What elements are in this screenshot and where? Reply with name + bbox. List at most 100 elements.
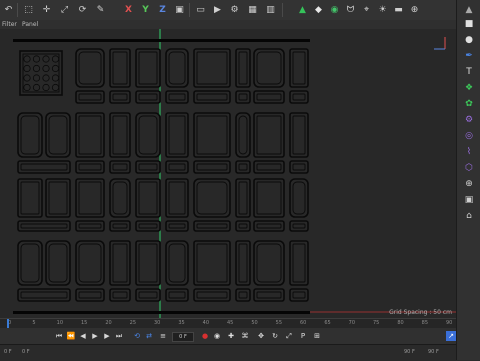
door-panel-inner (238, 51, 248, 85)
film-icon[interactable]: ▦ (246, 3, 259, 16)
layout-icon[interactable]: ▥ (264, 3, 277, 16)
max-frame-label[interactable]: 90 F (428, 349, 439, 355)
floor-icon[interactable]: ▬ (392, 3, 405, 16)
timeline-tick-label: 70 (348, 320, 356, 326)
door-rail (235, 220, 251, 232)
toolbar-divider (17, 3, 18, 17)
min-frame-label[interactable]: 0 F (4, 349, 12, 355)
move-icon[interactable]: ✛ (40, 3, 53, 16)
hair-icon[interactable]: ᗢ (344, 3, 357, 16)
axis-z-button[interactable]: Z (156, 3, 169, 16)
spline-icon[interactable]: ⌇ (462, 146, 476, 158)
fps-icon[interactable]: ≡ (158, 331, 168, 341)
door-panel (253, 112, 285, 158)
door-rail-inner (238, 163, 248, 171)
viewport-canvas[interactable] (0, 29, 456, 318)
door-panel (135, 48, 161, 88)
select-icon[interactable]: ⬚ (22, 3, 35, 16)
cube-icon[interactable]: ◆ (312, 3, 325, 16)
end-frame-label[interactable]: 90 F (404, 349, 415, 355)
menu-panel[interactable]: Panel (22, 20, 38, 29)
render-settings-icon[interactable]: ⚙ (228, 3, 241, 16)
door-rail (193, 220, 231, 232)
door-panel-inner (168, 115, 186, 155)
door-panel-inner (256, 243, 282, 283)
timeline-tick-label: 65 (324, 320, 331, 326)
scale-icon[interactable]: ⤢ (58, 3, 71, 16)
next-frame-icon[interactable]: ▶ (102, 331, 112, 341)
loop-icon[interactable]: ⟲ (132, 331, 142, 341)
door-panel (193, 178, 231, 218)
rotate-icon[interactable]: ⟳ (76, 3, 89, 16)
current-frame-field[interactable]: 0 F (172, 332, 194, 342)
door-panel-inner (78, 51, 102, 85)
door-panel-inner (112, 51, 128, 85)
key-selection-icon[interactable]: ✚ (226, 331, 236, 341)
param-key-icon[interactable]: P (298, 331, 308, 341)
undo-icon[interactable]: ↶ (2, 3, 15, 16)
sphere-icon[interactable]: ● (462, 34, 476, 46)
camera-icon[interactable]: ▣ (462, 194, 476, 206)
text-icon[interactable]: T (462, 66, 476, 78)
snap-icon[interactable]: ⊕ (408, 3, 421, 16)
prev-frame-icon[interactable]: ◀ (78, 331, 88, 341)
keyframe-icon[interactable]: ⌘ (240, 331, 250, 341)
timeline-tick-label: 80 (397, 320, 404, 326)
brush-icon[interactable]: ✎ (94, 3, 107, 16)
go-to-start-icon[interactable]: ⏮ (54, 331, 64, 341)
pen-icon[interactable]: ✒ (462, 50, 476, 62)
camera-icon[interactable]: ⌖ (360, 3, 373, 16)
autokey-icon[interactable]: ◉ (212, 331, 222, 341)
door-rail (253, 220, 285, 232)
go-to-end-icon[interactable]: ⏭ (114, 331, 124, 341)
door-rail (17, 160, 71, 174)
cloner-icon[interactable]: ✿ (462, 98, 476, 110)
3d-viewport[interactable]: Grid Spacing : 50 cm (0, 29, 456, 318)
door-rail-inner (238, 291, 248, 299)
effector-icon[interactable]: ⚙ (462, 114, 476, 126)
tag-icon[interactable]: ⬡ (462, 162, 476, 174)
door-rail (235, 160, 251, 174)
ornament-circle (51, 74, 60, 82)
timeline-tick-label: 45 (227, 320, 234, 326)
door-rail-inner (292, 291, 306, 299)
scale-key-icon[interactable]: ⤢ (284, 331, 294, 341)
door-rail-inner (196, 223, 228, 229)
prev-key-icon[interactable]: ⏪ (66, 331, 76, 341)
menu-filter[interactable]: Filter (2, 20, 17, 29)
door-rail-inner (292, 93, 306, 101)
sound-icon[interactable]: ⇄ (144, 331, 154, 341)
timeline-tick-label: 15 (81, 320, 88, 326)
render-region-icon[interactable]: ▭ (194, 3, 207, 16)
timeline-tick-label: 90 (446, 320, 453, 326)
door-rail-inner (256, 291, 282, 299)
light-icon[interactable]: ☀ (376, 3, 389, 16)
pla-key-icon[interactable]: ⊞ (312, 331, 322, 341)
right-palette: ▲ ■ ● ✒ T ❖ ✿ ⚙ ◎ ⌇ ⬡ ⊕ ▣ ⌂ (456, 0, 480, 360)
subdivide-icon[interactable]: ❖ (462, 82, 476, 94)
render-view-icon[interactable]: ▶ (211, 3, 224, 16)
door-panel (235, 240, 251, 286)
door-rail-inner (256, 163, 282, 171)
position-key-icon[interactable]: ✥ (256, 331, 266, 341)
door-panel-inner (196, 243, 228, 283)
ornament-circle (42, 74, 50, 82)
scroll-up-icon[interactable]: ▲ (462, 4, 476, 16)
subdivision-icon[interactable]: ◉ (328, 3, 341, 16)
cube-icon[interactable]: ■ (462, 18, 476, 30)
light-icon[interactable]: ⌂ (462, 210, 476, 222)
door-rail (17, 220, 71, 232)
deformer-icon[interactable]: ◎ (462, 130, 476, 142)
door-panel-inner (292, 243, 306, 283)
start-frame-label[interactable]: 0 F (22, 349, 30, 355)
coord-system-icon[interactable]: ▣ (173, 3, 186, 16)
record-icon[interactable]: ● (200, 331, 210, 341)
axis-y-button[interactable]: Y (139, 3, 152, 16)
timeline-panel-icon[interactable]: ↗ (446, 331, 456, 341)
polygon-mode-icon[interactable]: ▲ (296, 3, 309, 16)
play-icon[interactable]: ▶ (90, 331, 100, 341)
door-panel-inner (78, 115, 102, 155)
scene-icon[interactable]: ⊕ (462, 178, 476, 190)
axis-x-button[interactable]: X (122, 3, 135, 16)
rotation-key-icon[interactable]: ↻ (270, 331, 280, 341)
